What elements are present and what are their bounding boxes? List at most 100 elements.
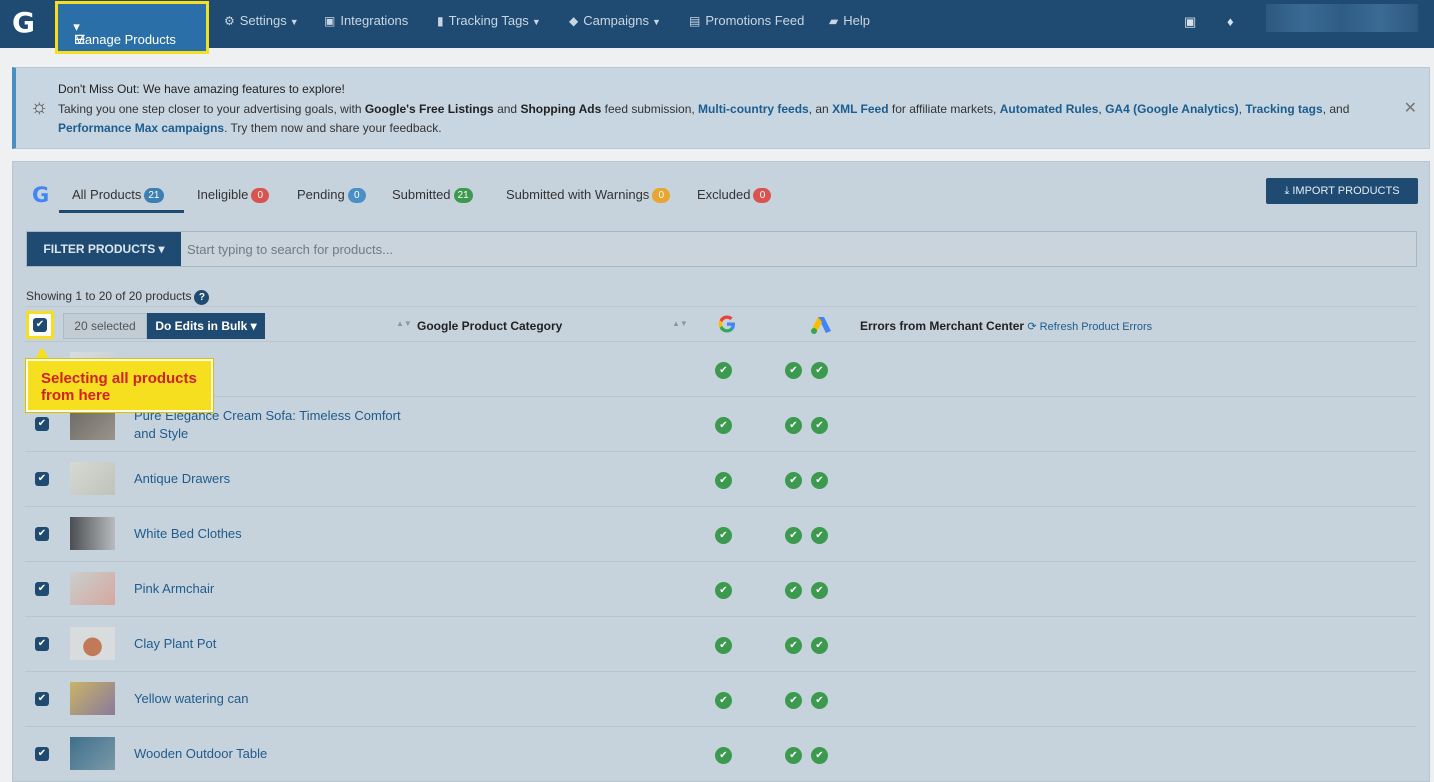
google-column-icon — [716, 313, 738, 338]
check-circle-icon: ✔ — [811, 747, 828, 764]
check-circle-icon: ✔ — [785, 582, 802, 599]
app-logo[interactable]: G — [12, 6, 35, 40]
check-circle-icon: ✔ — [785, 472, 802, 489]
table-row: ✔ White Bed Clothes ✔ ✔ ✔ — [25, 506, 1416, 561]
sort-icon[interactable]: ▲▼ — [672, 319, 688, 328]
link-tracking-tags[interactable]: Tracking tags — [1245, 102, 1322, 116]
chat-icon: ▰ — [829, 14, 839, 28]
row-checkbox[interactable]: ✔ — [35, 472, 49, 486]
table-row: ✔ Antique Drawers ✔ ✔ ✔ — [25, 451, 1416, 506]
tag-icon: ◆ — [569, 14, 579, 28]
row-checkbox[interactable]: ✔ — [35, 692, 49, 706]
callout-text: Selecting all products from here — [41, 370, 197, 404]
status-tabs: G All Products 21 Ineligible 0 Pending 0 Su… — [13, 162, 1429, 214]
check-circle-icon: ✔ — [715, 692, 732, 709]
check-circle-icon: ✔ — [785, 362, 802, 379]
nav-tracking-tags[interactable]: ▮ Tracking Tags ▼ — [437, 0, 541, 42]
check-circle-icon: ✔ — [785, 747, 802, 764]
selected-count: 20 selected — [63, 313, 147, 339]
banner-text: Taking you one step closer to your adver… — [58, 102, 1350, 135]
column-errors-merchant-center: Errors from Merchant Center ⟳ Refresh Pr… — [860, 319, 1153, 333]
tutorial-callout: Selecting all products from here — [26, 359, 213, 412]
link-performance-max[interactable]: Performance Max campaigns — [58, 121, 224, 135]
tab-excluded[interactable]: Excluded 0 — [697, 187, 772, 203]
check-circle-icon: ✔ — [811, 582, 828, 599]
tab-ineligible[interactable]: Ineligible 0 — [197, 187, 270, 203]
row-checkbox[interactable]: ✔ — [35, 417, 49, 431]
table-row: ✔ Yellow watering can ✔ ✔ ✔ — [25, 671, 1416, 726]
product-name[interactable]: Pink Armchair — [134, 580, 214, 598]
product-name[interactable]: Clay Plant Pot — [134, 635, 216, 653]
tab-submitted-with-warnings[interactable]: Submitted with Warnings 0 — [506, 187, 671, 203]
nav-settings[interactable]: ⚙ Settings ▼ — [224, 0, 299, 42]
row-checkbox[interactable]: ✔ — [35, 527, 49, 541]
check-circle-icon: ✔ — [785, 417, 802, 434]
showing-count: Showing 1 to 20 of 20 products? — [26, 289, 210, 305]
check-circle-icon: ✔ — [715, 362, 732, 379]
active-tab-indicator — [59, 210, 184, 213]
tab-pending[interactable]: Pending 0 — [297, 187, 366, 203]
table-row: ✔ Pink Armchair ✔ ✔ ✔ — [25, 561, 1416, 616]
product-name[interactable]: Pure Elegance Cream Sofa: Timeless Comfo… — [134, 407, 404, 443]
nav-promotions-feed[interactable]: ▤ Promotions Feed — [689, 0, 804, 42]
filter-bar: FILTER PRODUCTS ▾ — [26, 231, 1417, 267]
link-multi-country-feeds[interactable]: Multi-country feeds — [698, 102, 809, 116]
check-circle-icon: ✔ — [811, 472, 828, 489]
help-icon[interactable]: ? — [194, 290, 210, 305]
product-thumbnail — [70, 572, 115, 605]
import-products-button[interactable]: ⤓ IMPORT PRODUCTS — [1266, 178, 1418, 204]
id-card-icon[interactable]: ▣ — [1184, 14, 1196, 30]
select-all-highlight: ✔ — [26, 311, 54, 339]
row-checkbox[interactable]: ✔ — [35, 637, 49, 651]
row-checkbox[interactable]: ✔ — [35, 747, 49, 761]
column-google-product-category[interactable]: Google Product Category — [417, 319, 562, 333]
table-row: ✔ Wooden Outdoor Table ✔ ✔ ✔ — [25, 726, 1416, 781]
nav-campaigns[interactable]: ◆ Campaigns ▼ — [569, 0, 661, 42]
check-circle-icon: ✔ — [715, 417, 732, 434]
table-row: ✔ Clay Plant Pot ✔ ✔ ✔ — [25, 616, 1416, 671]
check-circle-icon: ✔ — [715, 637, 732, 654]
filter-products-button[interactable]: FILTER PRODUCTS ▾ — [27, 232, 181, 266]
manage-products-label: Manage Products — [74, 32, 176, 47]
nav-help[interactable]: ▰ Help — [829, 0, 870, 42]
product-name[interactable]: Yellow watering can — [134, 690, 248, 708]
product-name[interactable]: White Bed Clothes — [134, 525, 242, 543]
bar-chart-icon: ▮ — [437, 14, 444, 28]
link-ga4[interactable]: GA4 (Google Analytics) — [1105, 102, 1239, 116]
top-navigation: G ☰ Manage Products ▾ ⚙ Settings ▼ ▣ Integr… — [0, 0, 1434, 54]
check-circle-icon: ✔ — [715, 582, 732, 599]
nav-integrations[interactable]: ▣ Integrations — [324, 0, 408, 42]
download-icon: ⤓ — [1284, 185, 1290, 197]
manage-products-menu[interactable]: ☰ Manage Products ▾ — [55, 1, 209, 54]
callout-arrow — [35, 347, 49, 359]
sort-icon[interactable]: ▲▼ — [396, 319, 412, 328]
check-circle-icon: ✔ — [715, 472, 732, 489]
table-header: ✔ 20 selected Do Edits in Bulk ▾ ▲▼ Goog… — [26, 306, 1417, 342]
refresh-errors-link[interactable]: ⟳ Refresh Product Errors — [1027, 321, 1152, 333]
refresh-icon: ⟳ — [1027, 321, 1037, 333]
gear-icon: ⚙ — [224, 14, 235, 28]
lightbulb-icon: ☼ — [30, 96, 49, 118]
bulk-edit-button[interactable]: Do Edits in Bulk ▾ — [147, 313, 265, 339]
banner-title: Don't Miss Out: We have amazing features… — [58, 82, 345, 96]
check-circle-icon: ✔ — [785, 527, 802, 544]
product-name[interactable]: Wooden Outdoor Table — [134, 745, 267, 763]
check-circle-icon: ✔ — [811, 692, 828, 709]
link-xml-feed[interactable]: XML Feed — [832, 102, 888, 116]
table-row: ✔ Pure Elegance Cream Sofa: Timeless Com… — [25, 396, 1416, 451]
product-thumbnail — [70, 737, 115, 770]
user-account-blurred[interactable] — [1266, 4, 1418, 32]
row-checkbox[interactable]: ✔ — [35, 582, 49, 596]
bell-icon[interactable]: ♦ — [1227, 14, 1234, 29]
product-search-input[interactable] — [187, 232, 1407, 266]
tab-submitted[interactable]: Submitted 21 — [392, 187, 473, 203]
check-circle-icon: ✔ — [811, 417, 828, 434]
select-all-checkbox[interactable]: ✔ — [33, 318, 47, 332]
tab-all-products[interactable]: All Products 21 — [72, 187, 164, 203]
product-thumbnail — [70, 627, 115, 660]
google-ads-column-icon — [809, 314, 833, 339]
link-automated-rules[interactable]: Automated Rules — [1000, 102, 1099, 116]
close-icon[interactable]: ✕ — [1404, 98, 1417, 118]
feature-announcement-banner: ☼ Don't Miss Out: We have amazing featur… — [12, 67, 1430, 149]
product-name[interactable]: Antique Drawers — [134, 470, 230, 488]
